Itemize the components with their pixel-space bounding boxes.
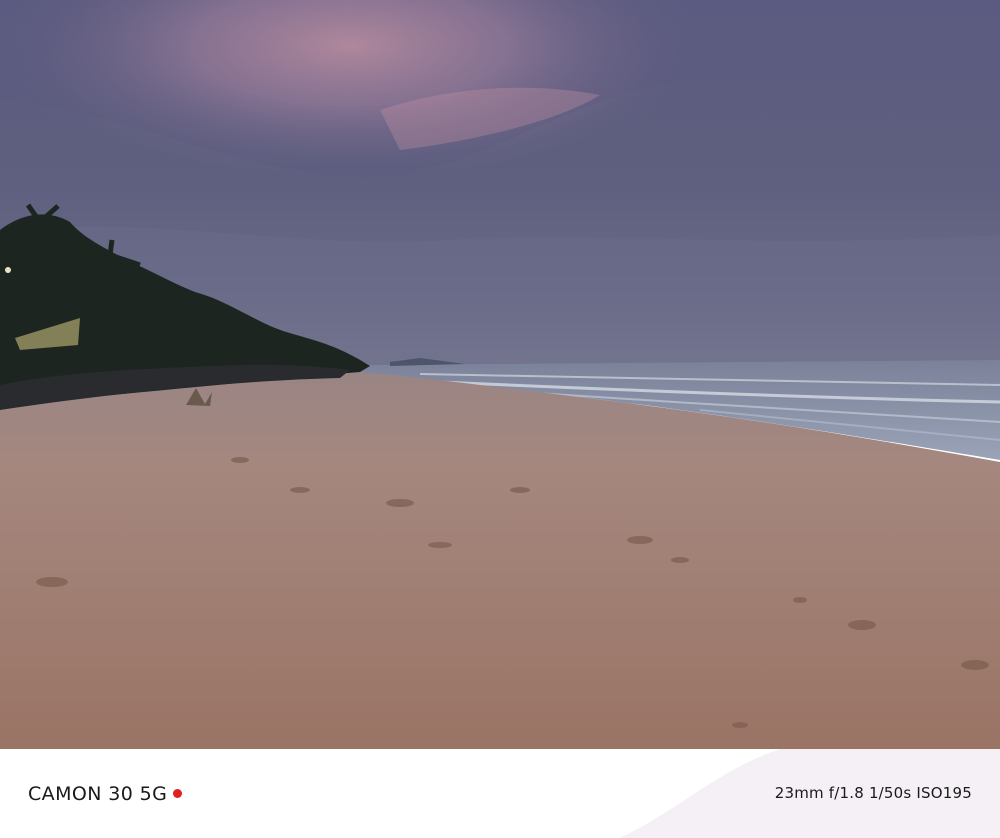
exif-info: 23mm f/1.8 1/50s ISO195 (774, 784, 972, 802)
camera-model: CAMON 30 5G (28, 783, 183, 805)
photo-frame: CAMON 30 5G 23mm f/1.8 1/50s ISO195 (0, 0, 1000, 838)
caption-bar: CAMON 30 5G 23mm f/1.8 1/50s ISO195 (0, 749, 1000, 838)
beach-photo (0, 0, 1000, 749)
streetlight (5, 267, 11, 273)
red-dot-icon (173, 788, 183, 798)
camera-model-label: CAMON 30 5G (28, 783, 168, 805)
